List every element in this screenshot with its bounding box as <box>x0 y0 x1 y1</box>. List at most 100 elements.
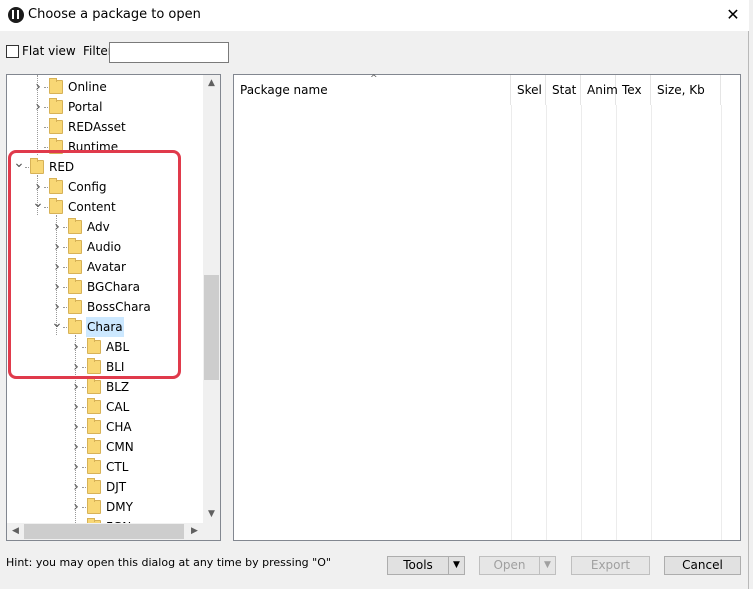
flat-view-checkbox[interactable] <box>6 45 19 58</box>
open-dropdown-icon[interactable]: ▼ <box>539 557 555 574</box>
folder-icon <box>68 278 82 294</box>
tree-node-label: Config <box>68 180 107 194</box>
title-bar: Choose a package to open ✕ <box>0 0 749 31</box>
folder-icon <box>87 358 101 374</box>
chevron-down-icon[interactable]: ⌄ <box>13 156 25 177</box>
folder-icon <box>87 338 101 354</box>
package-dialog: Choose a package to open ✕ Flat view Fil… <box>0 0 749 589</box>
package-tree: › Online › Portal REDAsset Runtime ⌄ RED › Config… <box>6 74 221 541</box>
scroll-up-icon[interactable]: ▲ <box>203 75 220 92</box>
scroll-thumb[interactable] <box>204 275 219 380</box>
list-header: Package name ^ Skel Stat Anim Tex Size, … <box>234 74 740 105</box>
sort-arrow-icon: ^ <box>370 74 378 84</box>
chevron-down-icon[interactable]: ⌄ <box>32 196 44 217</box>
tools-button-label: Tools <box>403 558 433 572</box>
folder-icon <box>68 218 82 234</box>
tree-node-label: CTL <box>106 460 129 474</box>
open-button-label: Open <box>493 558 526 572</box>
chevron-down-icon[interactable]: ⌄ <box>51 316 63 337</box>
open-button[interactable]: Open ▼ <box>479 556 556 575</box>
folder-icon <box>87 438 101 454</box>
chevron-right-icon[interactable]: › <box>70 417 82 437</box>
folder-icon <box>49 98 63 114</box>
tree-node-label: CAL <box>106 400 130 414</box>
scroll-thumb-horizontal[interactable] <box>24 524 184 539</box>
scroll-right-icon[interactable]: ▶ <box>186 523 203 540</box>
close-icon[interactable]: ✕ <box>721 4 745 26</box>
chevron-right-icon[interactable]: › <box>70 477 82 497</box>
export-button[interactable]: Export <box>571 556 650 575</box>
column-divider <box>651 105 652 540</box>
chevron-right-icon[interactable]: › <box>32 77 44 97</box>
folder-icon <box>87 478 101 494</box>
tree-node-label: REDAsset <box>68 120 126 134</box>
tree-node-label: Runtime <box>68 140 119 154</box>
folder-icon <box>87 418 101 434</box>
chevron-right-icon[interactable]: › <box>70 357 82 377</box>
folder-icon <box>49 198 63 214</box>
folder-icon <box>87 378 101 394</box>
chevron-right-icon[interactable]: › <box>51 257 63 277</box>
folder-icon <box>68 258 82 274</box>
tree-content: › Online › Portal REDAsset Runtime ⌄ RED › Config… <box>7 75 203 523</box>
folder-icon <box>49 178 63 194</box>
column-tex[interactable]: Tex <box>616 75 651 105</box>
cancel-button[interactable]: Cancel <box>664 556 741 575</box>
chevron-right-icon[interactable]: › <box>70 397 82 417</box>
column-divider <box>581 105 582 540</box>
folder-icon <box>68 298 82 314</box>
chevron-right-icon[interactable]: › <box>70 497 82 517</box>
folder-icon <box>30 158 44 174</box>
column-stat[interactable]: Stat <box>546 75 581 105</box>
scroll-down-icon[interactable]: ▼ <box>203 506 220 523</box>
chevron-right-icon[interactable]: › <box>32 97 44 117</box>
chevron-right-icon[interactable]: › <box>70 337 82 357</box>
tree-node-label: Adv <box>87 220 110 234</box>
folder-icon <box>68 318 82 334</box>
chevron-right-icon[interactable]: › <box>70 437 82 457</box>
tree-node-label: BossChara <box>87 300 151 314</box>
filter-toolbar: Flat view Filter: <box>0 40 749 66</box>
column-divider <box>616 105 617 540</box>
chevron-right-icon[interactable]: › <box>70 457 82 477</box>
hint-text: Hint: you may open this dialog at any ti… <box>6 556 331 569</box>
tree-node-label: DMY <box>106 500 133 514</box>
chevron-right-icon[interactable]: › <box>51 217 63 237</box>
tree-node-label: BGChara <box>87 280 140 294</box>
chevron-right-icon[interactable]: › <box>32 177 44 197</box>
tree-node-label: Content <box>68 200 116 214</box>
app-logo-icon <box>8 7 24 23</box>
chevron-right-icon[interactable]: › <box>51 297 63 317</box>
tree-node-label: BLZ <box>106 380 130 394</box>
tools-dropdown-icon[interactable]: ▼ <box>448 557 464 574</box>
tree-node-label: Portal <box>68 100 103 114</box>
chevron-right-icon[interactable]: › <box>70 377 82 397</box>
tree-node-label: Avatar <box>87 260 126 274</box>
folder-icon <box>49 118 63 134</box>
window-title: Choose a package to open <box>28 7 201 22</box>
flat-view-label[interactable]: Flat view <box>22 44 76 58</box>
tree-horizontal-scrollbar[interactable]: ◀ ▶ <box>7 523 203 540</box>
column-skel[interactable]: Skel <box>511 75 546 105</box>
chevron-right-icon[interactable]: › <box>51 277 63 297</box>
chevron-right-icon[interactable]: › <box>51 237 63 257</box>
scroll-left-icon[interactable]: ◀ <box>7 523 24 540</box>
column-size[interactable]: Size, Kb <box>651 75 721 105</box>
column-anim[interactable]: Anim <box>581 75 618 105</box>
tree-node-label: Online <box>68 80 107 94</box>
tree-node-label: ABL <box>106 340 130 354</box>
tree-node-label: Chara <box>86 317 124 337</box>
filter-input[interactable] <box>109 42 229 63</box>
folder-icon <box>87 458 101 474</box>
column-divider <box>721 105 722 540</box>
package-list[interactable]: Package name ^ Skel Stat Anim Tex Size, … <box>233 74 741 541</box>
column-divider <box>511 105 512 540</box>
tree-vertical-scrollbar[interactable]: ▲ ▼ <box>203 75 220 523</box>
folder-icon <box>68 238 82 254</box>
tree-node-label: CHA <box>106 420 132 434</box>
tree-node-label: RED <box>49 160 75 174</box>
folder-icon <box>49 78 63 94</box>
folder-icon <box>49 138 63 154</box>
tools-button[interactable]: Tools ▼ <box>387 556 465 575</box>
